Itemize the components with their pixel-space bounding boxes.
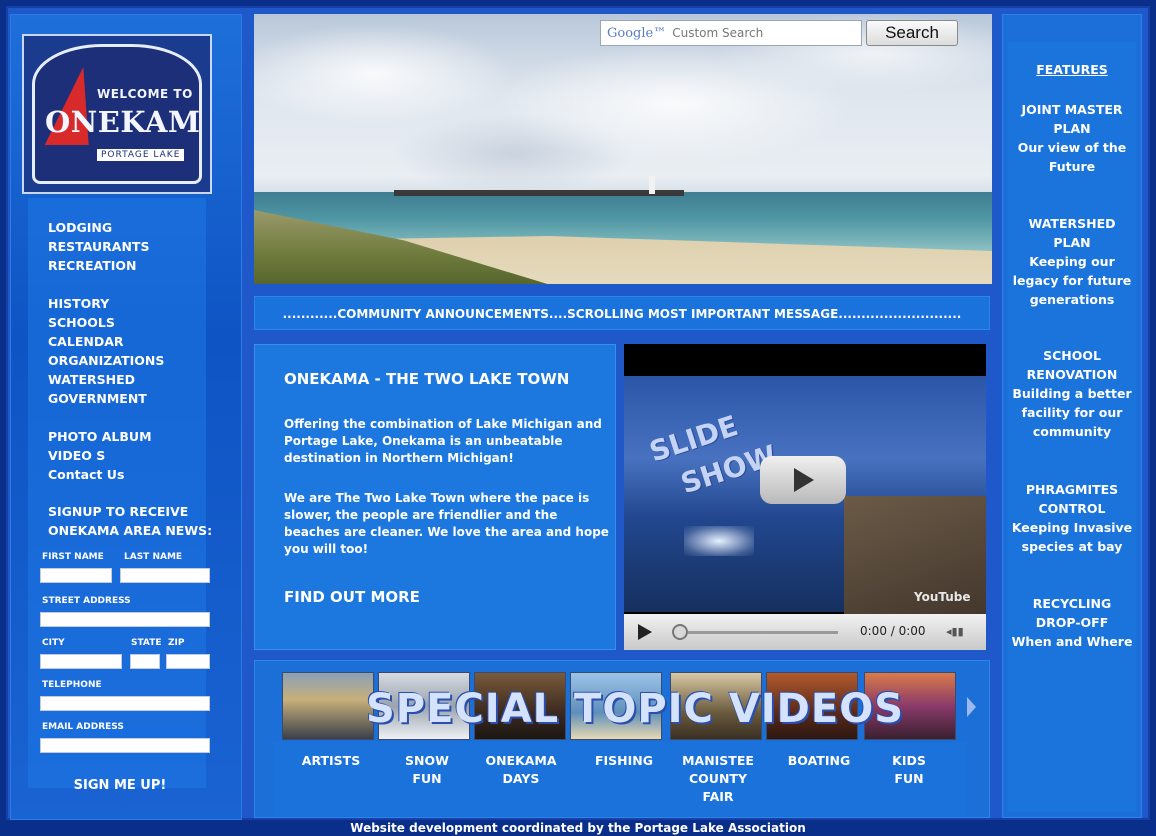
feature-school-renovation[interactable]: SCHOOL RENOVATION Building a better faci…	[1002, 346, 1142, 441]
video-link-artists[interactable]: ARTISTS	[296, 752, 366, 770]
nav-videos[interactable]: VIDEO S	[48, 448, 105, 463]
logo-welcome-text: WELCOME TO	[97, 87, 193, 101]
volume-icon[interactable]: ◂▮▮	[946, 625, 964, 638]
video-label-line: MANISTEE	[682, 753, 754, 768]
video-label-line: BOATING	[787, 753, 851, 768]
video-link-boating[interactable]: BOATING	[778, 752, 860, 770]
telephone-label: TELEPHONE	[42, 680, 102, 690]
sign-me-up-button[interactable]: SIGN ME UP!	[60, 778, 180, 793]
state-field[interactable]	[130, 654, 160, 669]
video-link-fishing[interactable]: FISHING	[584, 752, 664, 770]
intro-paragraph-1: Offering the combination of Lake Michiga…	[284, 417, 602, 465]
video-label-line: ONEKAMA	[485, 753, 557, 768]
feature-title: SCHOOL RENOVATION	[1026, 348, 1118, 382]
announcement-ticker[interactable]: ............COMMUNITY ANNOUNCEMENTS....S…	[254, 296, 990, 330]
feature-title: WATERSHED PLAN	[1028, 216, 1116, 250]
nav-schools[interactable]: SCHOOLS	[48, 315, 115, 330]
feature-title: JOINT MASTER PLAN	[1021, 102, 1123, 136]
signup-title: SIGNUP TO RECEIVE	[48, 504, 189, 519]
nav-recreation[interactable]: RECREATION	[48, 258, 136, 273]
last-name-field[interactable]	[120, 568, 210, 583]
feature-joint-master-plan[interactable]: JOINT MASTER PLAN Our view of the Future	[1002, 100, 1142, 176]
video-link-kids-fun[interactable]: KIDS FUN	[876, 752, 942, 788]
intro-paragraph-2: We are The Two Lake Town where the pace …	[284, 491, 609, 556]
next-arrow-icon[interactable]	[967, 697, 976, 717]
signup-subtitle: ONEKAMA AREA NEWS:	[48, 523, 213, 538]
search-button[interactable]: Search	[866, 20, 958, 46]
feature-description: When and Where	[1011, 634, 1133, 649]
search-input[interactable]: Google™ Custom Search	[600, 20, 862, 46]
email-field[interactable]	[40, 738, 210, 753]
intro-title: ONEKAMA - THE TWO LAKE TOWN	[284, 370, 570, 388]
big-play-button[interactable]	[760, 456, 846, 504]
video-link-onekama-days[interactable]: ONEKAMA DAYS	[478, 752, 564, 788]
nav-contact-us[interactable]: Contact Us	[48, 467, 124, 482]
progress-track[interactable]	[688, 631, 838, 634]
features-heading[interactable]: FEATURES	[1002, 62, 1142, 77]
video-label-line: FUN	[412, 771, 442, 786]
video-time: 0:00 / 0:00	[860, 624, 926, 638]
feature-description: Our view of the Future	[1017, 140, 1127, 174]
video-label-line: SNOW	[405, 753, 449, 768]
first-name-label: FIRST NAME	[42, 552, 104, 562]
feature-description: Keeping our legacy for future generation…	[1012, 254, 1132, 307]
feature-watershed-plan[interactable]: WATERSHED PLAN Keeping our legacy for fu…	[1002, 214, 1142, 309]
hero-pier	[394, 190, 684, 196]
nav-lodging[interactable]: LODGING	[48, 220, 112, 235]
nav-government[interactable]: GOVERNMENT	[48, 391, 147, 406]
zip-field[interactable]	[166, 654, 210, 669]
video-label-line: COUNTY	[689, 771, 747, 786]
video-link-snow-fun[interactable]: SNOW FUN	[392, 752, 462, 788]
hero-beach-photo	[254, 14, 992, 284]
video-splash	[684, 526, 754, 556]
video-label-line: KIDS	[892, 753, 926, 768]
nav-organizations[interactable]: ORGANIZATIONS	[48, 353, 164, 368]
feature-phragmites-control[interactable]: PHRAGMITES CONTROL Keeping Invasive spec…	[1002, 480, 1142, 556]
telephone-field[interactable]	[40, 696, 210, 711]
last-name-label: LAST NAME	[124, 552, 183, 562]
street-address-field[interactable]	[40, 612, 210, 627]
video-label-line: ARTISTS	[301, 753, 361, 768]
feature-recycling-drop-off[interactable]: RECYCLING DROP-OFF When and Where	[1002, 594, 1142, 651]
lighthouse-icon	[649, 176, 655, 194]
video-label-line: FUN	[894, 771, 924, 786]
youtube-logo[interactable]: YouTube	[914, 590, 971, 604]
video-thumb-artists[interactable]	[282, 672, 374, 740]
video-link-manistee-county-fair[interactable]: MANISTEE COUNTY FAIR	[672, 752, 764, 806]
video-label-line: FISHING	[594, 753, 654, 768]
nav-history[interactable]: HISTORY	[48, 296, 109, 311]
logo-badge: WELCOME TO ONEKAMA PORTAGE LAKE	[32, 44, 202, 184]
feature-description: Keeping Invasive species at bay	[1011, 520, 1133, 554]
special-topic-videos-title: SPECIAL TOPIC VIDEOS	[366, 686, 905, 732]
progress-handle[interactable]	[672, 624, 688, 640]
nav-restaurants[interactable]: RESTAURANTS	[48, 239, 149, 254]
street-address-label: STREET ADDRESS	[42, 596, 131, 606]
site-logo[interactable]: WELCOME TO ONEKAMA PORTAGE LAKE	[22, 34, 212, 194]
search-placeholder: Custom Search	[672, 26, 764, 40]
state-label: STATE	[131, 638, 162, 648]
email-label: EMAIL ADDRESS	[42, 722, 124, 732]
logo-town-name: ONEKAMA	[45, 105, 201, 139]
logo-tagline: PORTAGE LAKE	[97, 149, 185, 161]
nav-watershed[interactable]: WATERSHED	[48, 372, 135, 387]
first-name-field[interactable]	[40, 568, 112, 583]
feature-title: PHRAGMITES CONTROL	[1025, 482, 1119, 516]
footer-credit: Website development coordinated by the P…	[350, 821, 806, 835]
video-controls: 0:00 / 0:00 ◂▮▮	[624, 614, 986, 650]
nav-photo-album[interactable]: PHOTO ALBUM	[48, 429, 152, 444]
city-field[interactable]	[40, 654, 122, 669]
video-label-line: FAIR	[702, 789, 734, 804]
feature-description: Building a better facility for our commu…	[1012, 386, 1132, 439]
video-player[interactable]: SLIDE SHOW YouTube 0:00 / 0:00 ◂▮▮	[624, 344, 986, 650]
play-icon	[794, 468, 814, 492]
feature-title: RECYCLING DROP-OFF	[1032, 596, 1112, 630]
find-out-more-link[interactable]: FIND OUT MORE	[284, 588, 420, 606]
video-label-line: DAYS	[502, 771, 540, 786]
city-label: CITY	[42, 638, 65, 648]
zip-label: ZIP	[168, 638, 185, 648]
nav-calendar[interactable]: CALENDAR	[48, 334, 124, 349]
google-logo: Google™	[607, 26, 667, 41]
play-control-icon[interactable]	[638, 624, 652, 640]
